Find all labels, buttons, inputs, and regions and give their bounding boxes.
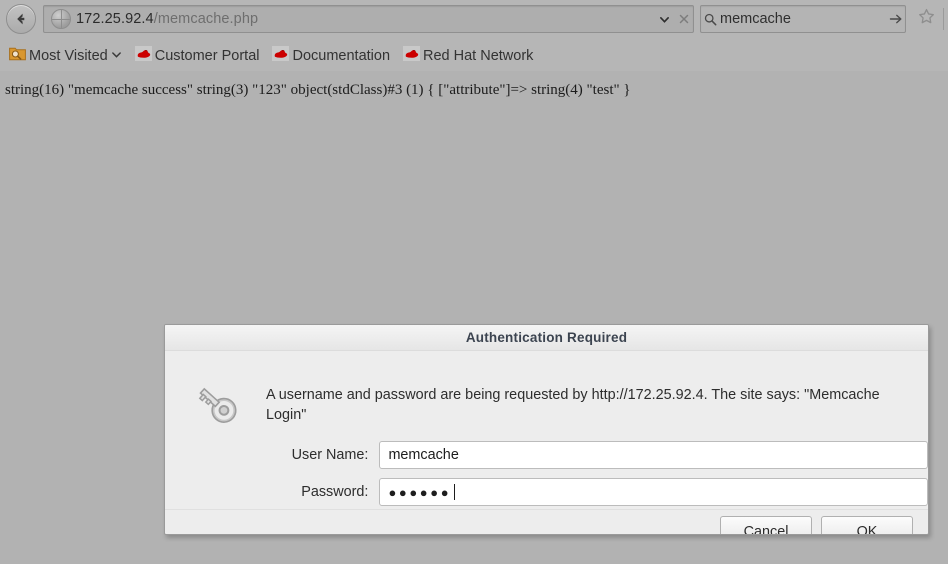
navigation-toolbar: 172.25.92.4/memcache.php memcache — [0, 0, 948, 38]
redhat-shadowman-icon — [134, 45, 152, 66]
bookmark-label: Red Hat Network — [423, 47, 534, 64]
chevron-down-icon — [111, 47, 122, 65]
bookmark-documentation[interactable]: Documentation — [267, 44, 395, 68]
redhat-shadowman-icon — [403, 45, 421, 66]
dialog-title: Authentication Required — [465, 330, 628, 345]
bookmark-customer-portal[interactable]: Customer Portal — [130, 44, 265, 68]
search-icon — [701, 7, 720, 31]
username-input[interactable]: memcache — [379, 441, 928, 469]
cancel-button[interactable]: Cancel — [720, 516, 812, 534]
search-input[interactable]: memcache — [720, 11, 886, 27]
ok-button[interactable]: OK — [821, 516, 913, 534]
globe-icon — [51, 9, 71, 29]
password-masked-value: ●●●●●● — [388, 484, 452, 500]
dialog-message: A username and password are being reques… — [266, 387, 880, 423]
dialog-footer-divider — [165, 509, 928, 510]
url-text: 172.25.92.4/memcache.php — [76, 11, 655, 27]
arrow-right-icon[interactable] — [886, 7, 905, 31]
redhat-shadowman-icon — [272, 45, 290, 66]
arrow-left-icon — [13, 11, 29, 27]
toolbar-divider — [943, 8, 944, 30]
chevron-down-icon[interactable] — [655, 7, 674, 31]
bookmark-star-button[interactable] — [913, 6, 939, 32]
bookmark-most-visited[interactable]: Most Visited — [4, 44, 127, 68]
url-path: /memcache.php — [153, 11, 259, 27]
dialog-body: A username and password are being reques… — [165, 351, 928, 534]
bookmarks-bar: Most Visited Customer Portal Documentati… — [0, 40, 948, 71]
username-row: User Name: memcache — [165, 441, 928, 469]
username-label: User Name: — [291, 447, 369, 463]
bookmark-red-hat-network[interactable]: Red Hat Network — [398, 44, 538, 68]
url-bar[interactable]: 172.25.92.4/memcache.php — [43, 5, 694, 33]
password-label: Password: — [301, 484, 369, 500]
page-body-text: string(16) "memcache success" string(3) … — [5, 82, 631, 98]
bookmark-label: Documentation — [292, 47, 391, 64]
browser-chrome: 172.25.92.4/memcache.php memcache Most V… — [0, 0, 948, 71]
search-bar[interactable]: memcache — [700, 5, 906, 33]
bookmark-label: Most Visited — [29, 47, 108, 64]
key-icon — [191, 378, 245, 432]
dialog-titlebar: Authentication Required — [165, 325, 928, 351]
back-button[interactable] — [6, 4, 36, 34]
url-host: 172.25.92.4 — [76, 11, 154, 27]
password-input[interactable]: ●●●●●● — [379, 478, 928, 506]
authentication-dialog: Authentication Required A username and p… — [164, 324, 929, 535]
text-caret — [454, 484, 456, 500]
bookmark-label: Customer Portal — [154, 47, 260, 64]
close-icon[interactable] — [674, 7, 693, 31]
star-icon — [918, 8, 935, 30]
password-row: Password: ●●●●●● — [165, 478, 928, 506]
most-visited-folder-icon — [9, 46, 26, 66]
dialog-button-group: Cancel OK — [720, 516, 913, 534]
